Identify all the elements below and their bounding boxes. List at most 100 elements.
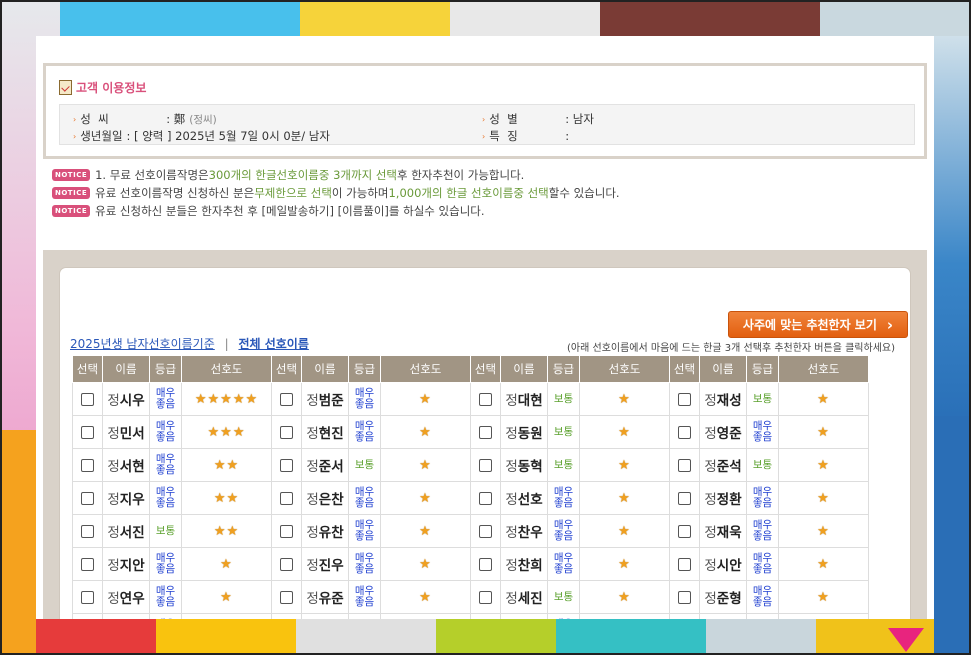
clipboard-icon [59,80,72,95]
name-checkbox[interactable] [678,393,691,406]
star-icon: ★ [618,424,631,440]
preference-cell: ★ [181,580,272,614]
grade-label: 매우 좋음 [752,519,773,542]
arrow-icon: › [73,114,77,124]
name-filter-tabs: 2025년생 남자선호이름기준 | 전체 선호이름 [70,337,309,351]
name-checkbox[interactable] [280,393,293,406]
star-icon: ★ [194,391,208,407]
name-checkbox[interactable] [678,591,691,604]
select-cell [271,514,302,548]
surname: 정 [107,426,120,442]
recommend-hanja-button[interactable]: 사주에 맞는 추천한자 보기 › [728,311,908,338]
surname: 정 [505,459,518,475]
name-checkbox[interactable] [280,558,293,571]
preference-cell: ★ [579,547,670,581]
name-cell: 정시우 [102,382,150,416]
select-cell [669,382,700,416]
star-icon: ★ [232,424,246,440]
surname: 정 [505,591,518,607]
name-cell: 정범준 [301,382,349,416]
star-icon: ★ [207,391,221,407]
preference-cell: ★ [778,580,869,614]
name-checkbox[interactable] [479,393,492,406]
customer-info-box: 고객 이용정보 › 성 씨 : 鄭 (정씨) › 생년월일 : [ 양력 ] 2… [43,63,927,159]
preference-cell: ★ [778,382,869,416]
star-icon: ★ [207,424,221,440]
preference-cell: ★ [380,382,471,416]
grade-label: 보통 [354,458,375,471]
star-icon: ★ [220,556,233,572]
select-cell [470,382,501,416]
grade-cell: 매우좋음 [149,547,182,581]
select-cell [72,580,103,614]
surname: 정 [306,591,319,607]
name-checkbox[interactable] [678,459,691,472]
name-checkbox[interactable] [479,459,492,472]
name-checkbox[interactable] [81,525,94,538]
name-checkbox[interactable] [280,459,293,472]
grade-label: 매우 좋음 [354,585,375,608]
table-row: 정서진 보통 ★★ 정유찬 매우 좋음 ★ 정찬우 매우 좋음 ★ 정재욱 매우 좋음 ★ [72,514,869,548]
star-icon: ★ [419,589,432,605]
name-checkbox[interactable] [479,591,492,604]
grade-cell: 매우좋음 [149,415,182,449]
name-checkbox[interactable] [678,525,691,538]
name-checkbox[interactable] [81,393,94,406]
name-checkbox[interactable] [81,558,94,571]
preference-cell: ★ [778,613,869,619]
grade-cell: 매우좋음 [547,547,580,581]
preference-cell: ★ [181,547,272,581]
preference-cell: ★★ [181,481,272,515]
tab-2025-male[interactable]: 2025년생 남자선호이름기준 [70,337,215,351]
star-icon: ★ [618,556,631,572]
grade-cell: 매우좋음 [348,514,381,548]
name-checkbox[interactable] [81,492,94,505]
given-name: 동원 [517,426,543,442]
name-checkbox[interactable] [280,426,293,439]
name-cell: 정시안 [699,547,747,581]
given-name: 시안 [716,558,742,574]
column-header-grade: 등급 [746,355,779,383]
name-checkbox[interactable] [280,525,293,538]
arrow-icon: › [73,131,77,141]
name-checkbox[interactable] [479,492,492,505]
name-cell: 정지우 [102,481,150,515]
grade-cell: 매우좋음 [348,547,381,581]
grade-cell: 매우좋음 [149,448,182,482]
column-header-pref: 선호도 [579,355,670,383]
name-cell: 정진우 [301,547,349,581]
name-checkbox[interactable] [81,426,94,439]
column-header-select: 선택 [470,355,501,383]
name-checkbox[interactable] [479,525,492,538]
column-header-grade: 등급 [149,355,182,383]
name-checkbox[interactable] [479,558,492,571]
name-checkbox[interactable] [280,591,293,604]
given-name: 선호 [517,492,543,508]
name-checkbox[interactable] [678,492,691,505]
feature-row: › 특 징 : [482,129,570,143]
star-icon: ★ [817,391,830,407]
grade-cell: 매우좋음 [746,481,779,515]
name-checkbox[interactable] [81,591,94,604]
name-checkbox[interactable] [678,426,691,439]
column-header-pref: 선호도 [778,355,869,383]
grade-label: 매우 좋음 [752,552,773,575]
name-checkbox[interactable] [280,492,293,505]
name-checkbox[interactable] [81,459,94,472]
grade-cell: 보통 [746,613,779,619]
star-icon: ★ [232,391,246,407]
name-checkbox[interactable] [678,558,691,571]
surname: 정 [107,558,120,574]
grade-cell: 보통 [547,382,580,416]
grade-cell: 매우좋음 [149,580,182,614]
grade-label: 매우 좋음 [155,486,176,509]
name-checkbox[interactable] [479,426,492,439]
customer-info-table: › 성 씨 : 鄭 (정씨) › 생년월일 : [ 양력 ] 2025년 5월 … [59,104,915,145]
grade-cell: 매우좋음 [149,481,182,515]
name-cell: 정재욱 [699,514,747,548]
grade-label: 매우 좋음 [752,486,773,509]
grade-label: 매우 좋음 [752,420,773,443]
tab-all-names[interactable]: 전체 선호이름 [238,337,308,351]
select-cell [271,580,302,614]
given-name: 서현 [119,459,145,475]
